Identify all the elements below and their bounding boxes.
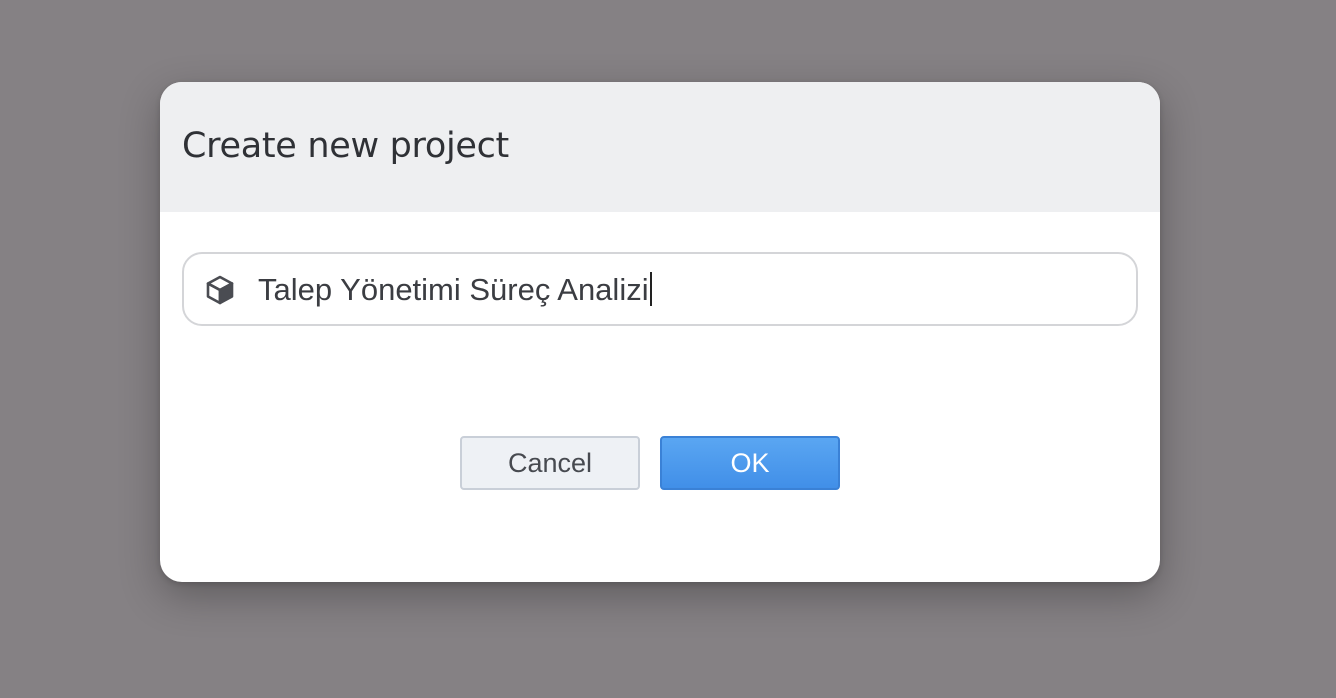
project-name-input[interactable]: Talep Yönetimi Süreç Analizi <box>258 272 652 308</box>
dialog-title: Create new project <box>182 126 509 166</box>
ok-button[interactable]: OK <box>660 436 840 490</box>
project-name-field[interactable]: Talep Yönetimi Süreç Analizi <box>182 252 1138 326</box>
create-project-dialog: Create new project Talep Yönetimi Süreç … <box>160 82 1160 582</box>
cube-icon <box>204 274 236 306</box>
dialog-header: Create new project <box>160 82 1160 212</box>
project-name-value: Talep Yönetimi Süreç Analizi <box>258 272 649 307</box>
text-caret <box>649 272 652 306</box>
cancel-button[interactable]: Cancel <box>460 436 640 490</box>
